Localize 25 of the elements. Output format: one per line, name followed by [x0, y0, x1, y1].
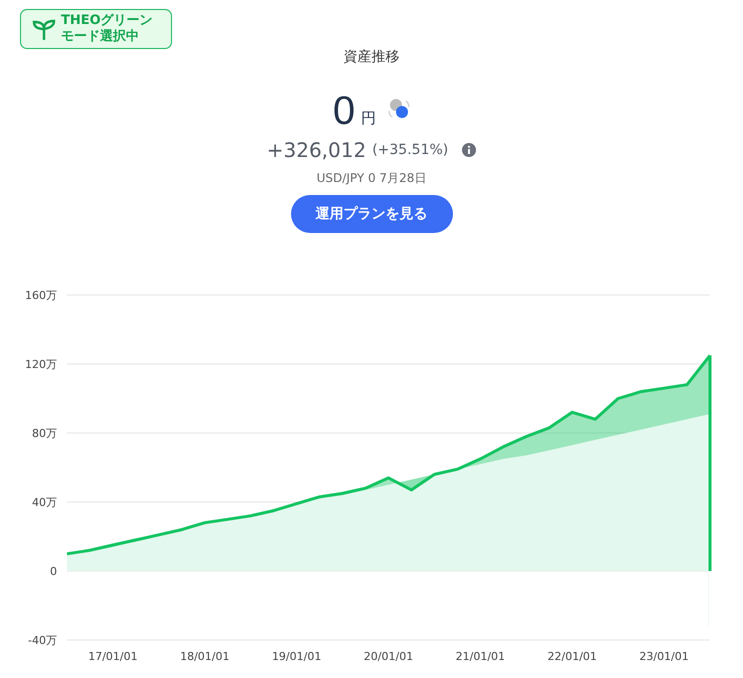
- y-axis-label: 80万: [32, 427, 57, 440]
- balance-amount: 0: [332, 90, 356, 132]
- gain-percent: (+35.51%): [372, 142, 448, 158]
- badge-label: モード選択中: [61, 29, 140, 45]
- exchange-rate-note: USD/JPY 0 7月28日: [316, 170, 426, 187]
- x-axis-label: 17/01/01: [88, 650, 138, 663]
- info-icon[interactable]: [462, 143, 476, 157]
- x-axis-label: 23/01/01: [639, 650, 689, 663]
- currency-unit: 円: [361, 109, 376, 128]
- y-axis-label: -40万: [28, 634, 57, 647]
- badge-label: THEOグリーン: [61, 13, 153, 29]
- y-axis-label: 40万: [32, 496, 57, 509]
- page-title: 資産推移: [344, 48, 400, 66]
- x-axis-label: 20/01/01: [364, 650, 414, 663]
- currency-switch-icon[interactable]: [388, 98, 410, 120]
- x-axis-label: 19/01/01: [272, 650, 322, 663]
- x-axis-label: 21/01/01: [456, 650, 506, 663]
- x-axis-label: 18/01/01: [180, 650, 230, 663]
- y-axis-label: 120万: [25, 358, 57, 371]
- sprout-icon: [31, 18, 57, 40]
- view-plan-button[interactable]: 運用プランを見る: [290, 195, 452, 233]
- y-axis-label: 160万: [25, 289, 57, 302]
- y-axis-label: 0: [50, 565, 57, 578]
- x-axis-label: 22/01/01: [548, 650, 597, 663]
- gain-amount: +326,012: [266, 138, 366, 162]
